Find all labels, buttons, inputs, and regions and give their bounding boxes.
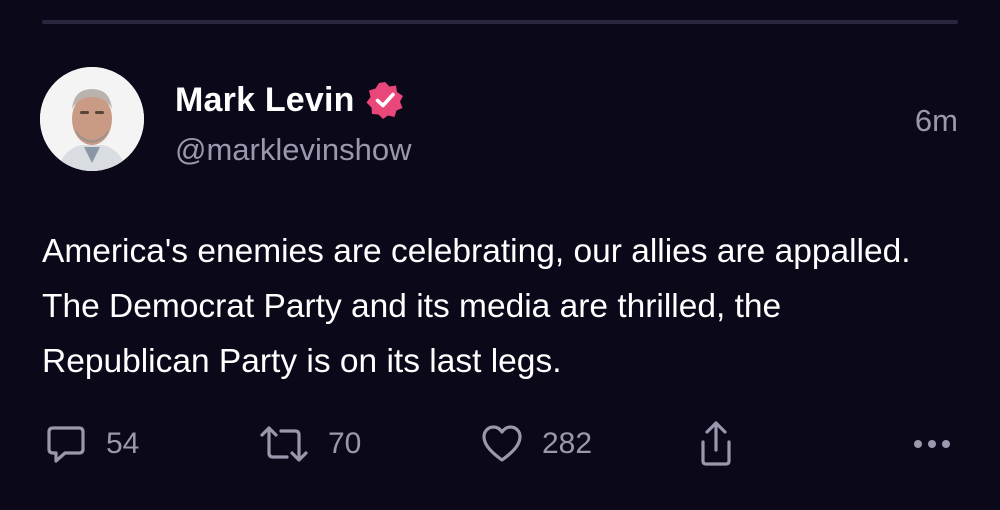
more-icon	[910, 422, 954, 466]
author-row: Mark Levin	[175, 78, 405, 122]
reply-count: 54	[106, 427, 140, 460]
repost-button[interactable]: 70	[258, 422, 361, 466]
post-text: America's enemies are celebrating, our a…	[42, 233, 911, 380]
share-icon	[694, 420, 738, 468]
author-name[interactable]: Mark Levin	[175, 81, 355, 120]
post-timestamp[interactable]: 6m	[915, 103, 958, 139]
repost-icon	[258, 422, 310, 466]
repost-count: 70	[328, 427, 362, 460]
like-count: 282	[542, 427, 593, 460]
heart-icon	[480, 422, 524, 466]
reply-icon	[44, 422, 88, 466]
reply-button[interactable]: 54	[44, 422, 139, 466]
like-button[interactable]: 282	[480, 422, 592, 466]
avatar[interactable]	[40, 67, 144, 171]
author-handle[interactable]: @marklevinshow	[175, 132, 411, 168]
share-button[interactable]	[694, 420, 738, 468]
top-divider	[42, 20, 958, 24]
more-options-button[interactable]	[910, 422, 954, 466]
verified-badge-icon	[365, 80, 405, 120]
